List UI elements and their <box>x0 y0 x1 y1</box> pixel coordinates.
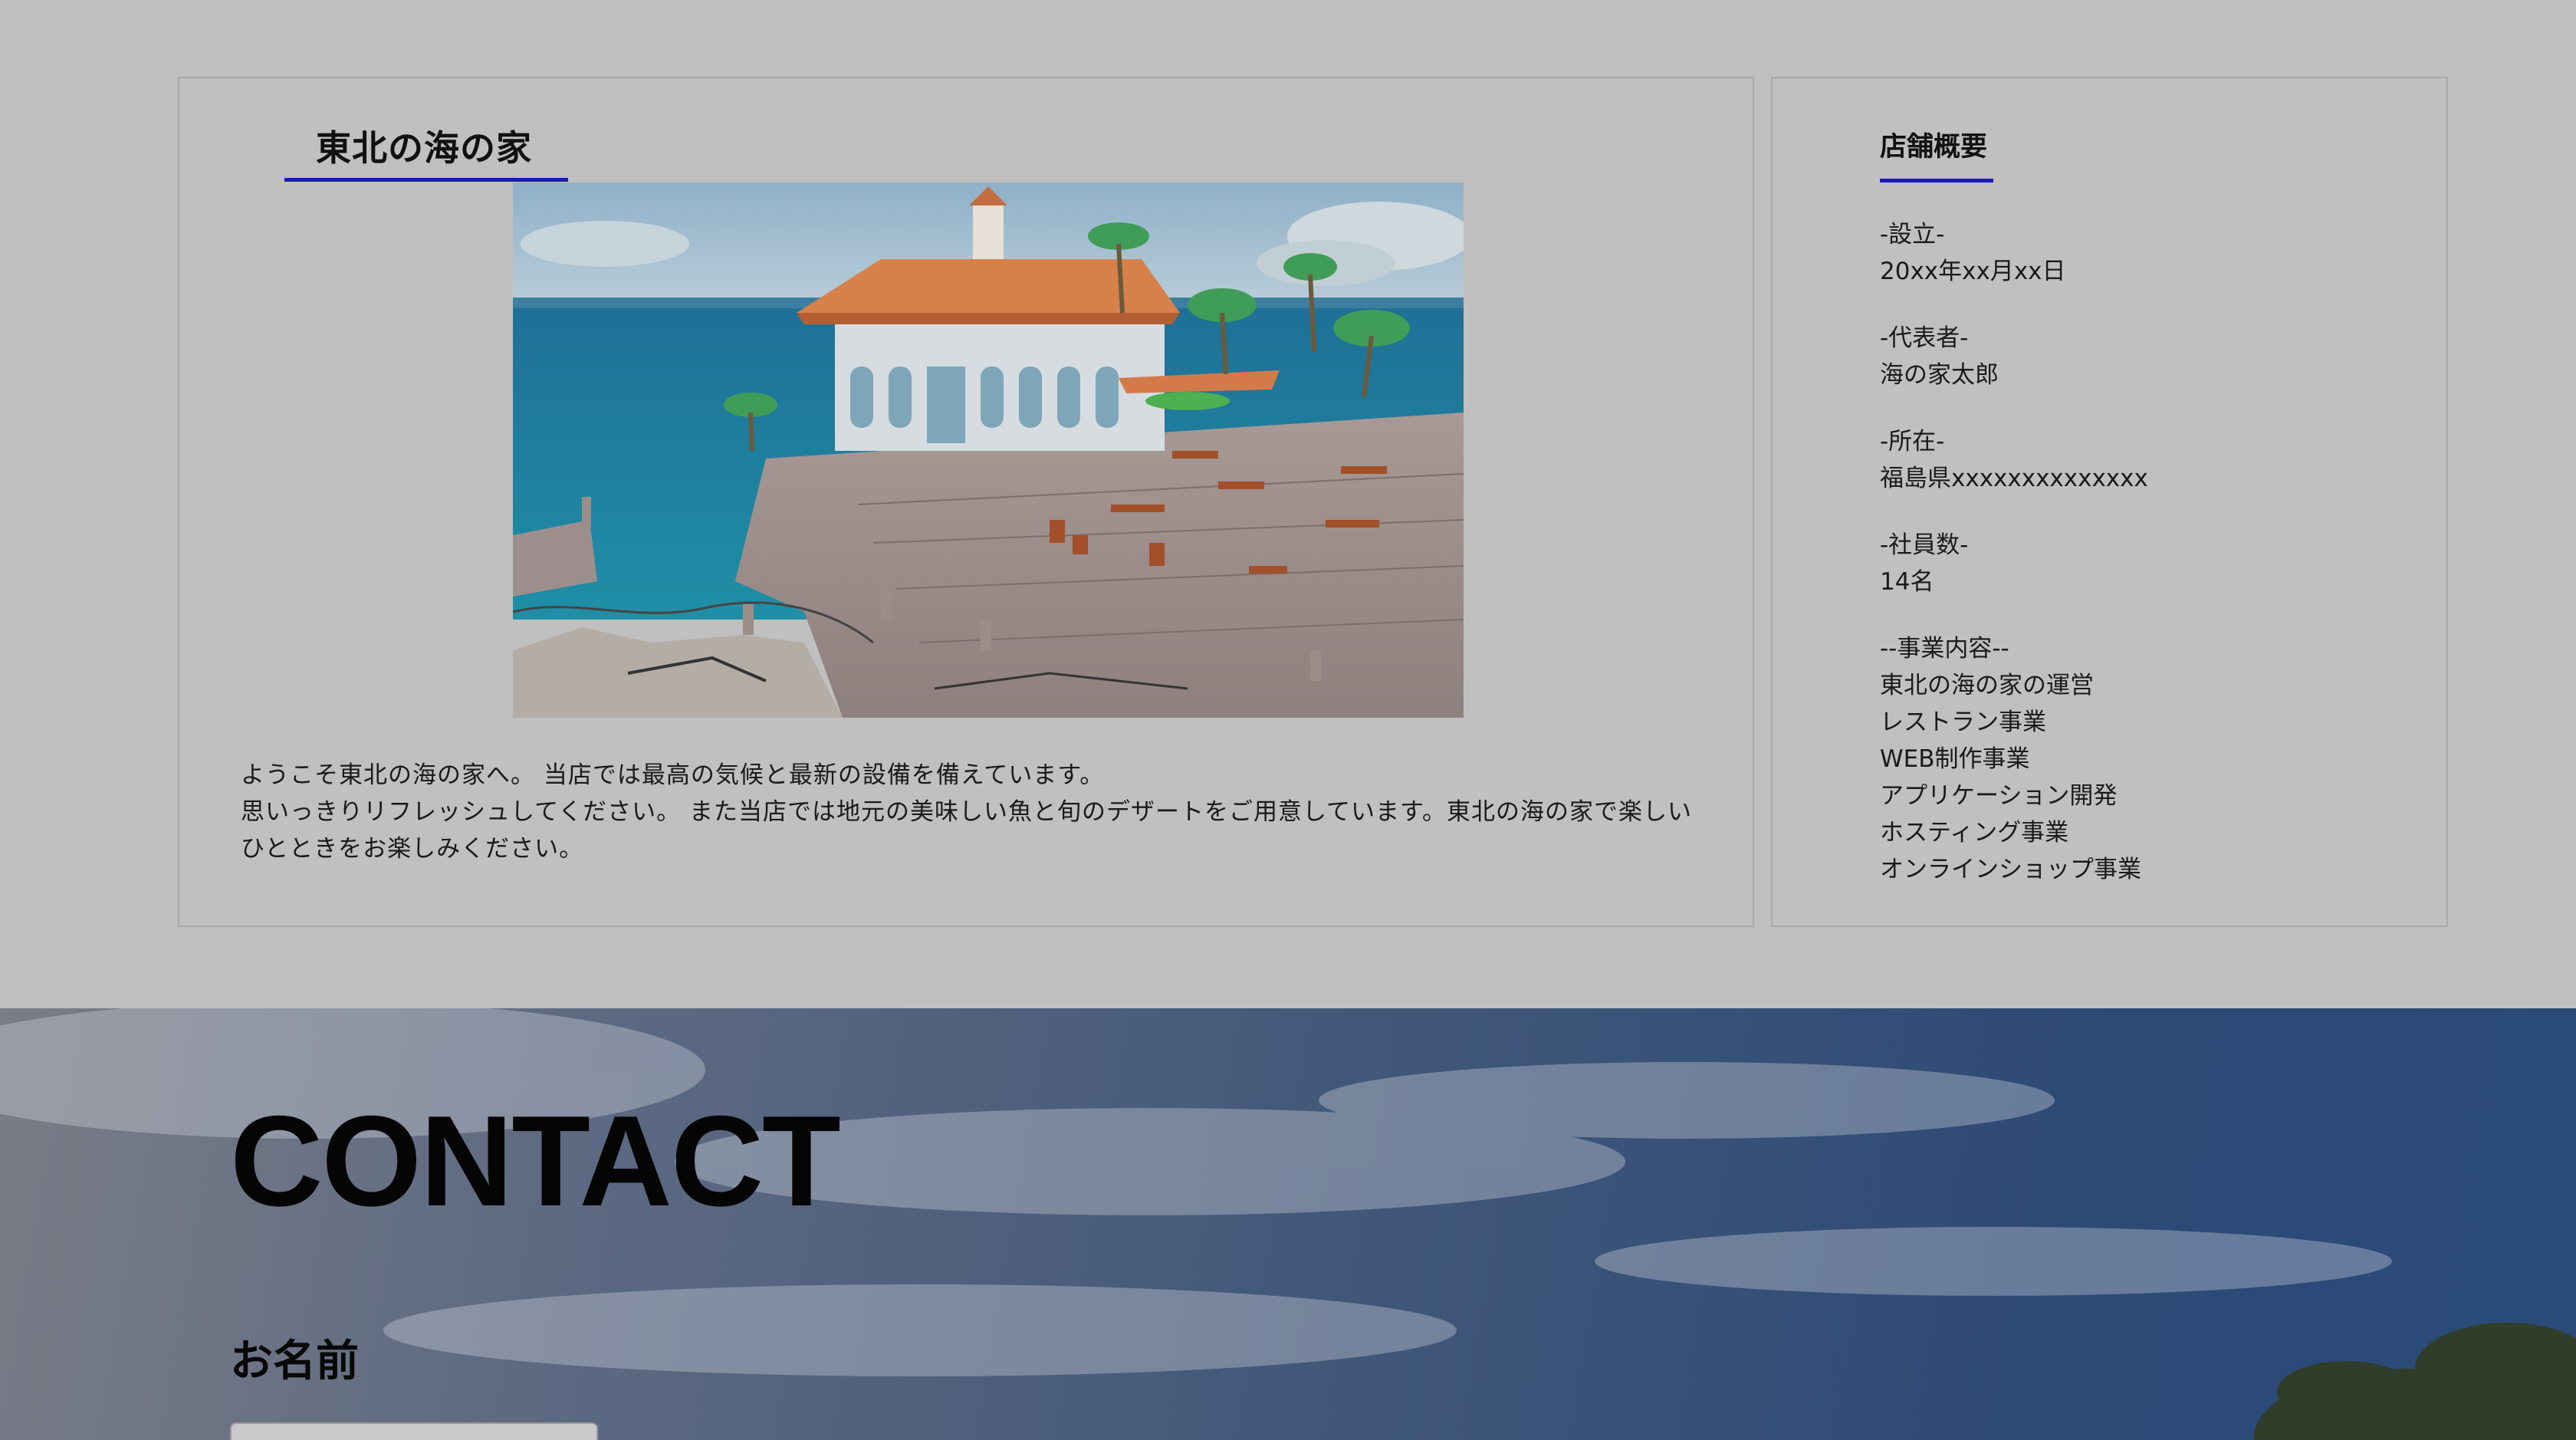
intro-text: ようこそ東北の海の家へ。 当店では最高の気候と最新の設備を備えています。 思いっ… <box>241 757 1697 867</box>
name-field-label: お名前 <box>230 1336 359 1386</box>
info-group-employees: -社員数- 14名 <box>1880 527 2417 600</box>
info-value: レストラン事業 <box>1880 708 2046 736</box>
store-overview-panel: 店舗概要 -設立- 20xx年xx月xx日 -代表者- 海の家太郎 -所在- 福… <box>1771 77 2448 927</box>
info-value: 海の家太郎 <box>1880 361 1999 389</box>
title-underline <box>284 178 568 182</box>
shop-intro-panel: 東北の海の家 ようこそ東北の海の家へ。 当店では最高の気候と最新の設備を備えてい… <box>178 77 1754 927</box>
info-group-representative: -代表者- 海の家太郎 <box>1880 320 2417 393</box>
intro-line: 思いっきりリフレッシュしてください。 また当店では地元の美味しい魚と旬のデザート… <box>241 798 1692 826</box>
contact-section: CONTACT お名前 <box>0 1008 2576 1440</box>
title-underline <box>1880 179 1993 182</box>
info-value: WEB制作事業 <box>1880 745 2030 773</box>
beach-house-image <box>513 182 1464 718</box>
info-label: --事業内容-- <box>1880 635 2009 662</box>
info-value: 14名 <box>1880 568 1934 596</box>
info-group-business: --事業内容-- 東北の海の家の運営 レストラン事業 WEB制作事業 アプリケー… <box>1880 630 2417 888</box>
info-label: -設立- <box>1880 221 1945 248</box>
store-info-list: -設立- 20xx年xx月xx日 -代表者- 海の家太郎 -所在- 福島県xxx… <box>1880 216 2417 918</box>
info-value: 東北の海の家の運営 <box>1880 672 2094 699</box>
info-value: ホスティング事業 <box>1880 819 2069 847</box>
about-section: 東北の海の家 ようこそ東北の海の家へ。 当店では最高の気候と最新の設備を備えてい… <box>0 0 2576 1008</box>
info-group-location: -所在- 福島県xxxxxxxxxxxxxx <box>1880 423 2417 497</box>
beach-house-illustration <box>513 182 1464 718</box>
page: 東北の海の家 ようこそ東北の海の家へ。 当店では最高の気候と最新の設備を備えてい… <box>0 0 2576 1440</box>
info-value: 20xx年xx月xx日 <box>1880 258 2066 285</box>
name-input[interactable] <box>230 1422 598 1440</box>
info-value: オンラインショップ事業 <box>1880 856 2141 883</box>
contact-heading: CONTACT <box>230 1089 841 1233</box>
intro-line: ようこそ東北の海の家へ。 当店では最高の気候と最新の設備を備えています。 <box>241 761 1105 789</box>
info-label: -所在- <box>1880 428 1945 455</box>
intro-line: ひとときをお楽しみください。 <box>241 835 584 863</box>
info-group-established: -設立- 20xx年xx月xx日 <box>1880 216 2417 290</box>
info-label: -社員数- <box>1880 531 1969 559</box>
shop-title: 東北の海の家 <box>316 127 532 169</box>
info-value: アプリケーション開発 <box>1880 782 2118 810</box>
store-overview-title: 店舗概要 <box>1880 132 1988 163</box>
info-label: -代表者- <box>1880 324 1969 352</box>
info-value: 福島県xxxxxxxxxxxxxx <box>1880 465 2148 492</box>
